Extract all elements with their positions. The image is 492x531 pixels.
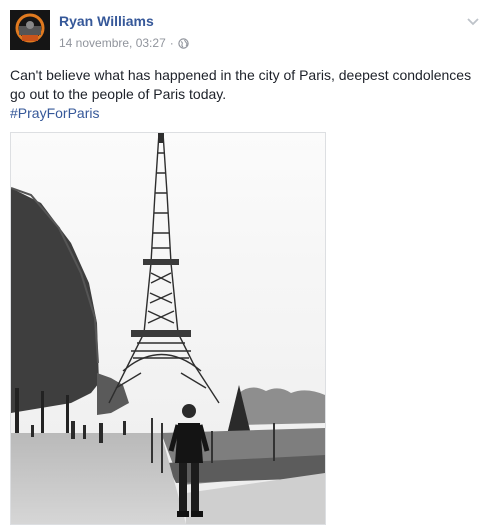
author-name[interactable]: Ryan Williams: [59, 13, 154, 29]
post-photo[interactable]: [10, 132, 326, 525]
post-text-line-2: go out to the people of Paris today.: [10, 86, 227, 102]
avatar[interactable]: [10, 10, 50, 50]
meta-separator: ·: [169, 36, 174, 50]
post-card: Ryan Williams 14 novembre, 03:27 · Can't…: [0, 0, 492, 531]
post-text-line-1: Can't believe what has happened in the c…: [10, 67, 472, 83]
chevron-down-icon[interactable]: [466, 14, 480, 26]
post-text: Can't believe what has happened in the c…: [10, 66, 482, 123]
post-header: Ryan Williams 14 novembre, 03:27 ·: [10, 10, 482, 54]
hashtag-link[interactable]: #PrayForParis: [10, 104, 99, 123]
post-meta: 14 novembre, 03:27 ·: [59, 36, 189, 50]
eiffel-tower-photo: [11, 133, 325, 524]
timestamp[interactable]: 14 novembre, 03:27: [59, 36, 166, 50]
globe-icon[interactable]: [178, 37, 189, 49]
avatar-image: [10, 10, 50, 50]
